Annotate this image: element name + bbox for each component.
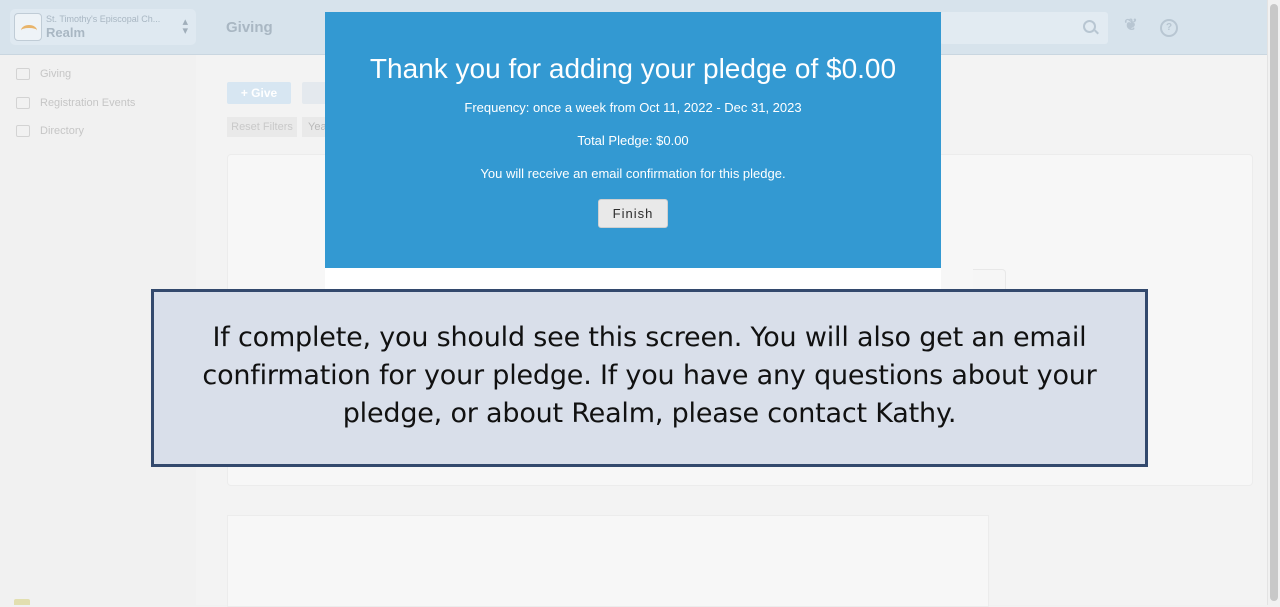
- page-title: Giving: [226, 19, 273, 36]
- directory-icon: [16, 125, 30, 138]
- email-confirmation-note: You will receive an email confirmation f…: [480, 166, 786, 181]
- bottom-indicator: [14, 599, 30, 605]
- sidebar-item-label: Registration Events: [40, 97, 136, 110]
- sidebar-item-label: Directory: [40, 125, 85, 138]
- scrollbar-thumb[interactable]: [1270, 4, 1278, 601]
- search-input[interactable]: [940, 12, 1108, 44]
- modal-title: Thank you for adding your pledge of $0.0…: [369, 53, 897, 84]
- sidebar-item-giving[interactable]: Giving: [16, 68, 71, 88]
- pledge-total: Total Pledge: $0.00: [577, 133, 689, 148]
- chevron-updown-icon: ▴ ▾: [182, 16, 188, 37]
- app-name: Realm: [46, 25, 86, 40]
- finish-button[interactable]: Finish: [598, 199, 668, 228]
- pledge-confirmation-modal: Thank you for adding your pledge of $0.0…: [325, 12, 941, 292]
- callout-text: If complete, you should see this screen.…: [202, 322, 1097, 429]
- org-name: St. Timothy's Episcopal Ch...: [46, 14, 161, 24]
- leaf-icon[interactable]: ❦: [1124, 18, 1138, 34]
- church-logo-icon: [14, 13, 42, 41]
- lower-panel: [227, 515, 989, 607]
- vertical-scrollbar[interactable]: [1267, 0, 1280, 605]
- instruction-callout: If complete, you should see this screen.…: [151, 289, 1148, 467]
- sidebar-item-registration-events[interactable]: Registration Events: [16, 97, 135, 117]
- pledge-frequency: Frequency: once a week from Oct 11, 2022…: [464, 100, 802, 115]
- reset-filters-button[interactable]: Reset Filters: [227, 117, 297, 137]
- modal-header: Thank you for adding your pledge of $0.0…: [325, 12, 941, 268]
- giving-icon: [16, 68, 30, 81]
- calendar-icon: [16, 97, 30, 110]
- help-icon[interactable]: ?: [1160, 19, 1178, 37]
- org-switcher[interactable]: St. Timothy's Episcopal Ch... Realm ▴ ▾: [10, 9, 196, 45]
- give-button[interactable]: + Give: [227, 82, 291, 104]
- sidebar-item-label: Giving: [40, 68, 72, 81]
- search-icon: [1083, 20, 1096, 33]
- sidebar-item-directory[interactable]: Directory: [16, 125, 84, 145]
